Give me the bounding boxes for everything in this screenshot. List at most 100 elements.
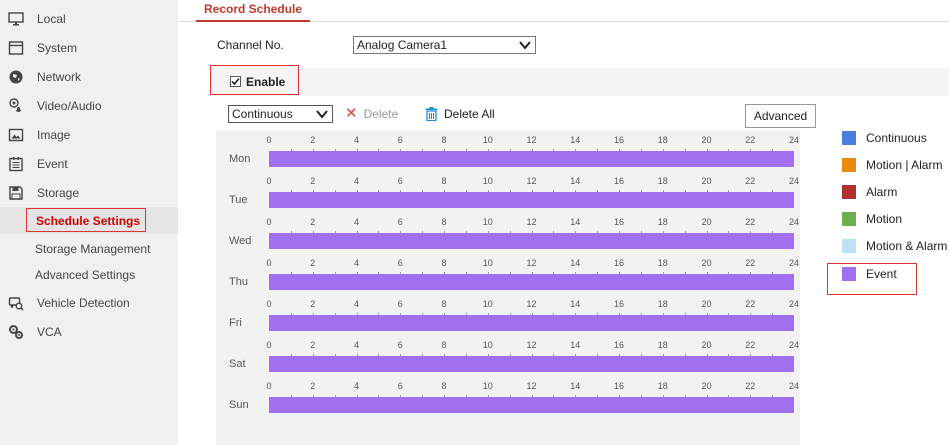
sidebar-item-local[interactable]: Local [0,4,178,33]
hour-tick-label: 0 [266,381,272,391]
sidebar-item-vca[interactable]: VCA [0,317,178,346]
hour-tick-label: 20 [701,217,712,227]
hour-tick-label: 22 [745,299,756,309]
hour-tick-label: 12 [526,340,537,350]
hour-tick-label: 20 [701,258,712,268]
trash-icon [425,107,438,121]
record-type-select[interactable]: Continuous [228,105,333,123]
sidebar-item-label: Video/Audio [37,98,102,113]
sidebar-item-label: VCA [37,324,62,339]
hour-tick-label: 12 [526,299,537,309]
hour-tick-label: 8 [441,258,447,268]
tab-record-schedule[interactable]: Record Schedule [196,0,311,22]
legend-item-continuous[interactable]: Continuous [842,130,927,146]
globe-icon [8,69,24,85]
legend-swatch [842,131,856,145]
hour-tick-label: 2 [310,217,316,227]
sidebar-item-system[interactable]: System [0,33,178,62]
schedule-bar[interactable] [269,192,794,208]
hour-tick-label: 0 [266,299,272,309]
sidebar-subitem-advanced-settings[interactable]: Advanced Settings [0,261,178,288]
channel-select-value: Analog Camera1 [357,38,448,52]
checkmark-icon [231,77,240,86]
hour-tick-label: 12 [526,381,537,391]
hour-tick-label: 20 [701,299,712,309]
hour-tick-label: 10 [482,135,493,145]
legend-item-motion[interactable]: Motion [842,211,902,227]
sidebar-subitem-label: Storage Management [35,242,151,256]
hour-tick-label: 16 [613,217,625,227]
hour-tick-label: 4 [353,176,360,186]
schedule-bar[interactable] [269,274,794,290]
tab-bar: Record Schedule [178,0,949,22]
legend-item-motion-alarm[interactable]: Motion | Alarm [842,157,942,173]
hour-tick-label: 14 [570,135,581,145]
delete-label: Delete [363,107,399,121]
main-content: Record Schedule Channel No. Analog Camer… [178,0,949,445]
close-icon: ✕ [345,105,358,122]
hour-tick-label: 4 [353,258,360,268]
hour-tick-label: 6 [397,258,403,268]
hour-tick-label: 18 [657,299,668,309]
hour-tick-label: 4 [353,135,360,145]
sidebar-item-label: Event [37,156,68,171]
hour-tick-label: 4 [353,381,360,391]
hour-tick-label: 18 [657,217,668,227]
sidebar: Local System Network Video/Audio Image E… [0,0,178,445]
calendar-icon [8,156,24,172]
hour-tick-label: 4 [353,217,360,227]
sidebar-item-video-audio[interactable]: Video/Audio [0,91,178,120]
legend-swatch [842,239,856,253]
hour-tick-label: 22 [745,340,756,350]
enable-checkbox[interactable] [230,76,241,87]
delete-all-button[interactable]: Delete All [425,107,495,121]
hour-tick-label: 24 [788,258,800,268]
hour-tick-label: 24 [788,176,800,186]
hour-tick-label: 22 [745,381,756,391]
sidebar-item-vehicle-detection[interactable]: Vehicle Detection [0,288,178,317]
hour-tick-label: 8 [441,299,447,309]
hour-tick-label: 6 [397,340,403,350]
sidebar-item-label: Vehicle Detection [37,295,130,310]
sidebar-item-storage[interactable]: Storage [0,178,178,207]
hour-tick-label: 10 [482,176,493,186]
sidebar-item-label: Network [37,69,82,84]
hour-tick-label: 10 [482,381,493,391]
legend-item-alarm[interactable]: Alarm [842,184,897,200]
hour-tick-label: 2 [310,381,316,391]
day-label: Thu [229,276,248,288]
sidebar-item-image[interactable]: Image [0,120,178,149]
legend-label: Motion [866,212,903,226]
hour-tick-label: 18 [657,176,668,186]
sidebar-item-label: Image [37,127,71,142]
schedule-bar[interactable] [269,233,794,249]
channel-select[interactable]: Analog Camera1 [353,36,536,54]
camera-mic-icon [8,97,24,114]
hour-tick-label: 4 [353,340,360,350]
event-legend-highlight-box [827,263,917,295]
schedule-bar[interactable] [269,397,794,413]
legend-item-motion-alarm[interactable]: Motion & Alarm [842,238,947,254]
schedule-bar[interactable] [269,151,794,167]
hour-tick-label: 18 [657,258,668,268]
advanced-button[interactable]: Advanced [745,104,816,128]
hour-tick-label: 12 [526,217,537,227]
hour-tick-label: 20 [701,340,712,350]
hour-tick-label: 24 [788,299,800,309]
sidebar-subitem-storage-management[interactable]: Storage Management [0,235,178,262]
sidebar-item-network[interactable]: Network [0,62,178,91]
schedule-row-mon: Mon 0 2 4 6 8 10 12 14 16 18 20 22 24 [216,130,800,171]
hour-tick-label: 10 [482,340,493,350]
sidebar-item-label: Storage [37,185,80,200]
hour-tick-label: 2 [310,135,316,145]
sidebar-item-event[interactable]: Event [0,149,178,178]
hour-tick-label: 18 [657,340,668,350]
delete-button[interactable]: ✕ Delete [345,105,399,122]
schedule-bar[interactable] [269,356,794,372]
floppy-disk-icon [8,185,24,201]
schedule-row-sat: Sat 0 2 4 6 8 10 12 14 16 18 20 22 24 [216,335,800,376]
schedule-bar[interactable] [269,315,794,331]
window-icon [8,40,24,56]
hour-tick-label: 0 [266,135,272,145]
legend-swatch [842,212,856,226]
